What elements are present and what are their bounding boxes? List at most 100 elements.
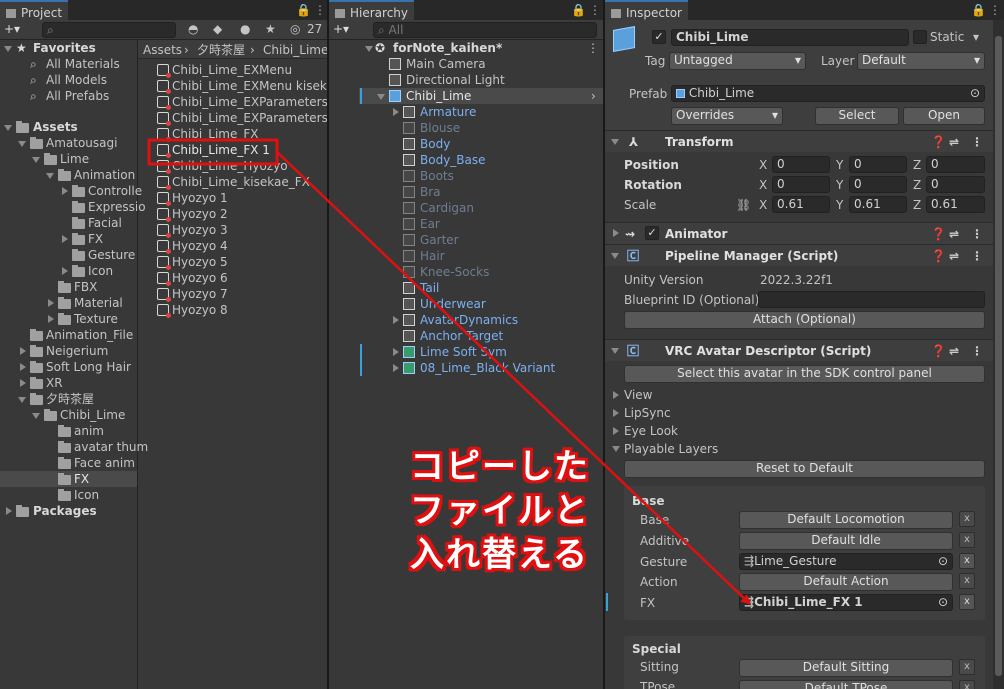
foldout-eye-look[interactable]: Eye Look (624, 423, 678, 439)
fold-icon[interactable] (18, 141, 26, 147)
clear-layer-button[interactable]: x (959, 680, 975, 689)
default-sitting-button[interactable]: Default Sitting (739, 659, 953, 677)
hierarchy-item[interactable]: Blouse (420, 120, 460, 136)
scale-y-input[interactable]: 0.61 (849, 196, 907, 213)
lock-icon[interactable]: 🔒 (971, 3, 986, 17)
breadcrumb-item[interactable]: Chibi_Lime (263, 42, 327, 58)
tree-item[interactable]: Soft Long Hair (46, 359, 131, 375)
hierarchy-item[interactable]: Main Camera (406, 56, 486, 72)
hierarchy-item[interactable]: Directional Light (406, 72, 505, 88)
project-search-input[interactable]: ⌕ (42, 22, 176, 38)
file-item[interactable]: Hyozyo 5 (172, 254, 228, 270)
hierarchy-item[interactable]: Chibi_Lime (406, 88, 471, 104)
gesture-controller-field[interactable]: ⇶Lime_Gesture ⊙ (739, 553, 953, 570)
tree-item[interactable]: FBX (74, 279, 97, 295)
file-item[interactable]: Chibi_Lime_EXMenu (172, 62, 292, 78)
tree-item[interactable]: Neigerium (46, 343, 108, 359)
descriptor-header[interactable]: 🄲 VRC Avatar Descriptor (Script) ❓ ⇌ ⋮ (605, 339, 993, 361)
file-item[interactable]: Hyozyo 1 (172, 190, 228, 206)
component-menu-icon[interactable]: ⋮ (971, 343, 983, 359)
animator-enabled-checkbox[interactable]: ✓ (645, 226, 659, 240)
attach-button[interactable]: Attach (Optional) (624, 311, 985, 329)
kebab-menu-icon[interactable]: ⋮ (989, 3, 1001, 17)
chevron-right-icon[interactable]: › (591, 88, 596, 104)
favorite-item[interactable]: All Materials (46, 56, 120, 72)
tree-item[interactable]: Texture (74, 311, 118, 327)
position-x-input[interactable]: 0 (772, 156, 830, 173)
fold-icon[interactable] (612, 446, 620, 452)
add-button[interactable]: +▾ (4, 21, 20, 37)
lock-icon[interactable]: 🔒 (571, 3, 586, 17)
fold-icon[interactable] (377, 94, 385, 100)
tree-item[interactable]: Gesture (88, 247, 135, 263)
fold-icon[interactable] (62, 235, 68, 243)
pipeline-header[interactable]: 🄲 Pipeline Manager (Script) ❓ ⇌ ⋮ (605, 244, 993, 266)
default-idle-button[interactable]: Default Idle (739, 532, 953, 550)
presets-icon[interactable]: ⇌ (949, 134, 959, 150)
search-by-label-icon[interactable]: ◆ (213, 21, 222, 37)
hierarchy-item[interactable]: Body (420, 136, 450, 152)
animator-header[interactable]: ⇝ ✓ Animator ❓ ⇌ ⋮ (605, 222, 993, 244)
open-button[interactable]: Open (903, 107, 985, 125)
tree-item[interactable]: XR (46, 375, 63, 391)
foldout-playable-layers[interactable]: Playable Layers (624, 441, 718, 457)
fold-icon[interactable] (393, 348, 399, 356)
fold-icon[interactable] (62, 267, 68, 275)
select-avatar-sdk-button[interactable]: Select this avatar in the SDK control pa… (624, 365, 985, 383)
static-checkbox[interactable] (913, 30, 927, 44)
fold-icon[interactable] (393, 364, 399, 372)
tree-item[interactable]: 夕時茶屋 (46, 391, 94, 407)
component-menu-icon[interactable]: ⋮ (971, 226, 983, 242)
fold-icon[interactable] (46, 173, 54, 179)
file-item[interactable]: Hyozyo 7 (172, 286, 228, 302)
tree-item[interactable]: anim (74, 423, 104, 439)
clear-layer-button[interactable]: x (959, 573, 975, 589)
file-item[interactable]: Chibi_Lime_FX (172, 126, 258, 142)
tag-dropdown[interactable]: Untagged ▾ (669, 52, 806, 70)
hierarchy-item[interactable]: Garter (420, 232, 459, 248)
foldout-view[interactable]: View (624, 387, 652, 403)
component-menu-icon[interactable]: ⋮ (971, 248, 983, 264)
add-button[interactable]: +▾ (333, 21, 349, 37)
tree-item[interactable]: Facial (88, 215, 122, 231)
hierarchy-item[interactable]: AvatarDynamics (420, 312, 518, 328)
tree-item[interactable]: Chibi_Lime (60, 407, 125, 423)
fold-icon[interactable] (613, 409, 619, 417)
rotation-x-input[interactable]: 0 (772, 176, 830, 193)
file-item[interactable]: Hyozyo 4 (172, 238, 228, 254)
breadcrumb-item[interactable]: Assets (143, 42, 182, 58)
tree-item[interactable]: Icon (88, 263, 113, 279)
kebab-menu-icon[interactable]: ⋮ (589, 3, 601, 17)
hierarchy-item[interactable]: Cardigan (420, 200, 474, 216)
file-item[interactable]: Chibi_Lime_Hyozyo (172, 158, 288, 174)
default-tpose-button[interactable]: Default TPose (739, 680, 953, 689)
kebab-menu-icon[interactable]: ⋮ (314, 3, 326, 17)
default-locomotion-button[interactable]: Default Locomotion (739, 511, 953, 529)
file-item[interactable]: Chibi_Lime_EXParameters k (172, 110, 327, 126)
reset-to-default-button[interactable]: Reset to Default (624, 460, 985, 478)
hierarchy-item[interactable]: Underwear (420, 296, 486, 312)
tree-item[interactable]: Lime (60, 151, 89, 167)
component-menu-icon[interactable]: ⋮ (971, 134, 983, 150)
hierarchy-item[interactable]: Armature (420, 104, 476, 120)
active-checkbox[interactable]: ✓ (652, 30, 666, 44)
help-icon[interactable]: ❓ (931, 343, 946, 359)
default-action-button[interactable]: Default Action (739, 573, 953, 591)
object-picker-icon[interactable]: ⊙ (938, 595, 948, 610)
object-picker-icon[interactable]: ⊙ (970, 86, 980, 101)
assets-fold-icon[interactable] (4, 125, 12, 131)
inspector-scrollbar[interactable] (993, 20, 1004, 689)
static-dropdown-icon[interactable]: ▾ (973, 29, 979, 45)
clear-layer-button[interactable]: x (959, 532, 975, 548)
fold-icon[interactable] (20, 379, 26, 387)
hierarchy-item[interactable]: Lime Soft Sym (420, 344, 507, 360)
hierarchy-item[interactable]: Body_Base (420, 152, 486, 168)
scale-x-input[interactable]: 0.61 (772, 196, 830, 213)
help-icon[interactable]: ❓ (931, 226, 946, 242)
clear-layer-button[interactable]: x (959, 594, 975, 610)
foldout-lipsync[interactable]: LipSync (624, 405, 671, 421)
file-item[interactable]: Hyozyo 2 (172, 206, 228, 222)
fold-icon[interactable] (48, 315, 54, 323)
tree-item[interactable]: Animation (74, 167, 135, 183)
packages-label[interactable]: Packages (33, 503, 97, 519)
